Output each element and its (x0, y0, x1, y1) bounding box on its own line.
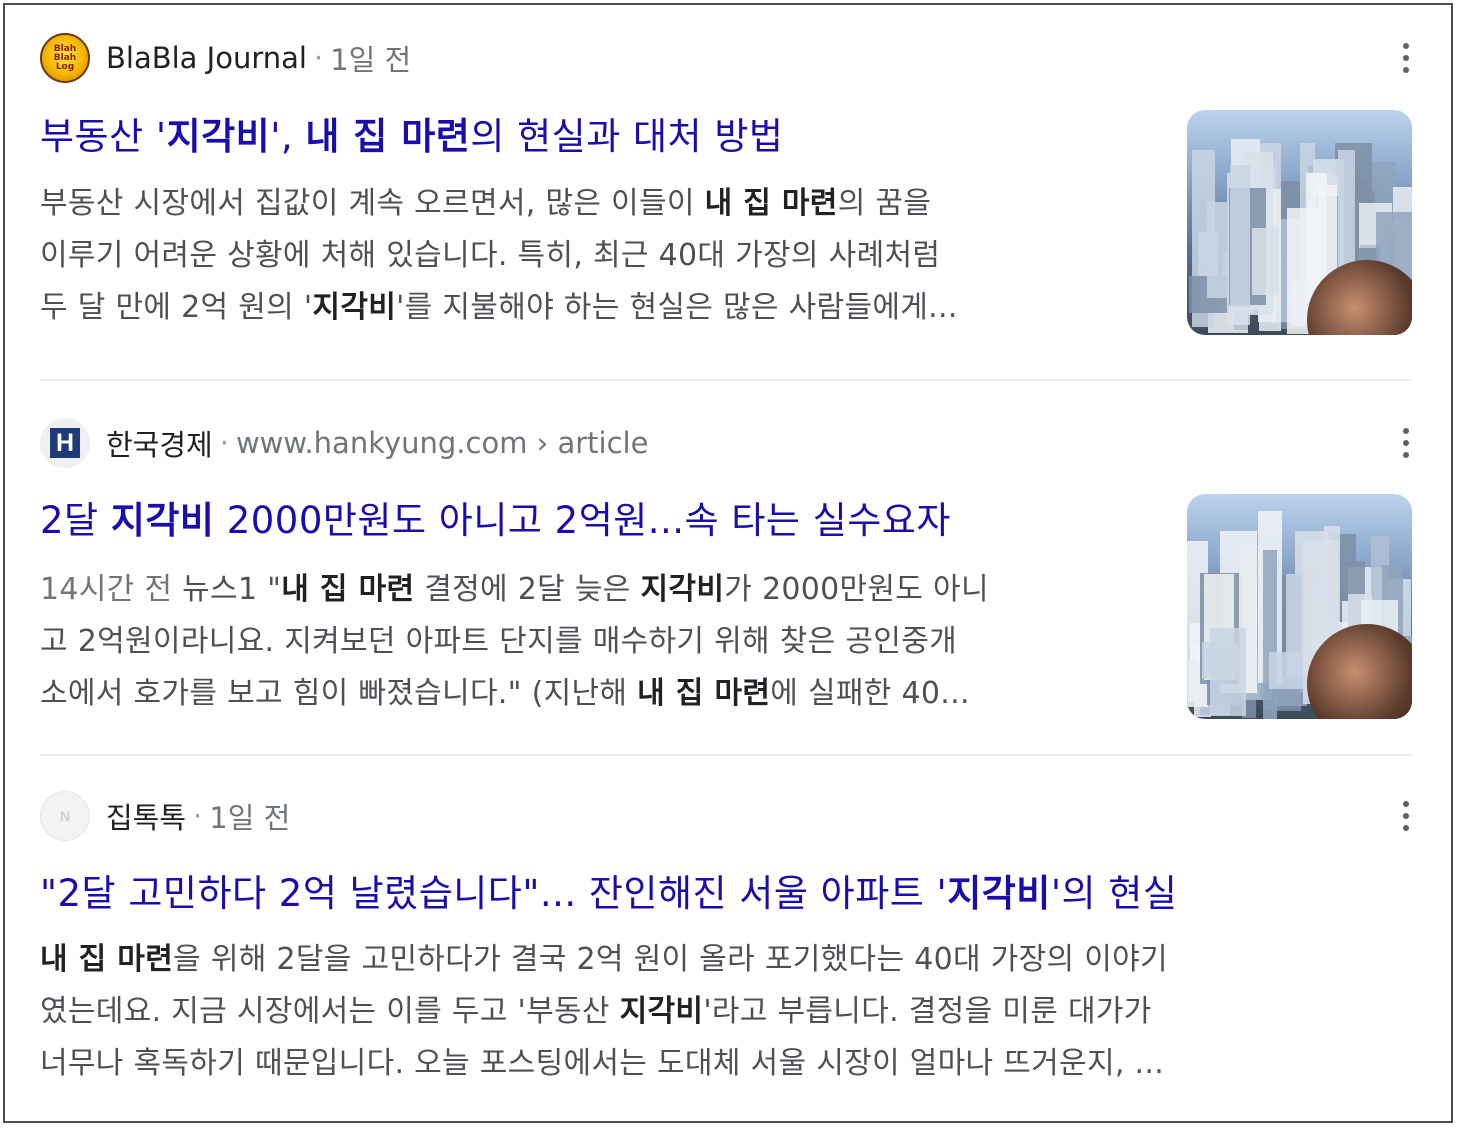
text-segment: '를 지불해야 하는 현실은 많은 사람들에게... (396, 290, 958, 325)
snippet-line: 14시간 전 뉴스1 "내 집 마련 결정에 2달 늦은 지각비가 2000만원… (40, 564, 1160, 616)
result-source[interactable]: Blah Blah Log BlaBla Journal · 1일 전 (40, 33, 411, 83)
text-segment: 의 꿈을 (837, 186, 932, 221)
text-segment: 이루기 어려운 상황에 처해 있습니다. 특히, 최근 40대 가장의 사례처럼 (40, 238, 941, 273)
text-segment: 결정에 2달 늦은 (414, 572, 641, 607)
snippet-line: 소에서 호가를 보고 힘이 빠졌습니다." (지난해 내 집 마련에 실패한 4… (40, 668, 1160, 720)
thumbnail-building (1269, 652, 1304, 689)
result-date: 1일 전 (330, 43, 412, 77)
highlighted-term: 내 집 마련 (305, 115, 471, 158)
highlighted-term: 지각비 (947, 872, 1051, 915)
thumbnail-building (1229, 164, 1250, 308)
text-segment: 너무나 혹독하기 때문입니다. 오늘 포스팅에서는 도대체 서울 시장이 얼마나… (40, 1046, 1165, 1081)
result-thumbnail[interactable] (1187, 110, 1412, 335)
highlighted-term: 지각비 (110, 499, 215, 542)
more-vert-icon[interactable] (1400, 38, 1412, 78)
highlighted-term: 내 집 마련 (704, 186, 838, 221)
separator-dot: · (193, 799, 203, 833)
result-snippet: 내 집 마련을 위해 2달을 고민하다가 결국 2억 원이 올라 포기했다는 4… (40, 934, 1412, 1090)
thumbnail-building (1209, 628, 1247, 716)
thumbnail-building (1263, 549, 1278, 719)
snippet-line: 고 2억원이라니요. 지켜보던 아파트 단지를 매수하기 위해 찾은 공인중개 (40, 616, 1160, 668)
divider (40, 379, 1412, 381)
separator-dot: · (219, 426, 229, 460)
more-vert-icon[interactable] (1400, 796, 1412, 836)
result-title-link[interactable]: "2달 고민하다 2억 날렸습니다"... 잔인해진 서울 아파트 '지각비'의… (40, 869, 1177, 919)
highlighted-term: 지각비 (619, 994, 704, 1029)
highlighted-term: 지각비 (312, 290, 397, 325)
result-snippet: 부동산 시장에서 집값이 계속 오르면서, 많은 이들이 내 집 마련의 꿈을이… (40, 178, 1150, 334)
text-segment: 고 2억원이라니요. 지켜보던 아파트 단지를 매수하기 위해 찾은 공인중개 (40, 624, 958, 659)
result-snippet: 14시간 전 뉴스1 "내 집 마련 결정에 2달 늦은 지각비가 2000만원… (40, 564, 1160, 720)
blablajournal-logo-icon: Blah Blah Log (40, 33, 90, 83)
result-title-link[interactable]: 2달 지각비 2000만원도 아니고 2억원...속 타는 실수요자 (40, 496, 951, 546)
text-segment: 에 실패한 40... (770, 676, 970, 711)
text-segment: 부동산 ' (40, 115, 167, 158)
text-segment: 뉴스1 " (172, 572, 282, 607)
text-segment: 2000만원도 아니고 2억원...속 타는 실수요자 (214, 499, 951, 542)
snippet-line: 내 집 마련을 위해 2달을 고민하다가 결국 2억 원이 올라 포기했다는 4… (40, 934, 1412, 986)
text-segment: 소에서 호가를 보고 힘이 빠졌습니다." (지난해 (40, 676, 638, 711)
result-source[interactable]: H 한국경제 · www.hankyung.com › article (40, 418, 648, 468)
more-vert-icon[interactable] (1400, 423, 1412, 463)
site-name: BlaBla Journal (106, 41, 307, 75)
text-segment: 두 달 만에 2억 원의 ' (40, 290, 313, 325)
text-segment: 2달 (40, 499, 111, 542)
highlighted-term: 내 집 마련 (40, 942, 174, 977)
result-title-link[interactable]: 부동산 '지각비', 내 집 마련의 현실과 대처 방법 (40, 112, 783, 162)
text-segment: 의 현실과 대처 방법 (470, 115, 784, 158)
thumbnail-building (1251, 228, 1280, 296)
highlighted-term: 지각비 (640, 572, 725, 607)
text-segment: '의 현실 (1050, 872, 1178, 915)
text-segment: "2달 고민하다 2억 날렸습니다"... 잔인해진 서울 아파트 ' (40, 872, 948, 915)
thumbnail-building (1206, 201, 1231, 299)
divider (40, 754, 1412, 756)
highlighted-term: 지각비 (166, 115, 271, 158)
text-segment: 가 2000만원도 아니 (724, 572, 989, 607)
result-source[interactable]: N 집톡톡 · 1일 전 (40, 791, 290, 841)
site-name: 한국경제 (106, 428, 213, 462)
text-segment: 부동산 시장에서 집값이 계속 오르면서, 많은 이들이 (40, 186, 705, 221)
site-name: 집톡톡 (106, 801, 187, 835)
result-url: www.hankyung.com › article (235, 426, 649, 460)
snippet-line: 두 달 만에 2억 원의 '지각비'를 지불해야 하는 현실은 많은 사람들에게… (40, 282, 1150, 334)
text-segment: 을 위해 2달을 고민하다가 결국 2억 원이 올라 포기했다는 40대 가장의… (173, 942, 1168, 977)
snippet-line: 이루기 어려운 상황에 처해 있습니다. 특히, 최근 40대 가장의 사례처럼 (40, 230, 1150, 282)
snippet-line: 였는데요. 지금 시장에서는 이를 두고 '부동산 지각비'라고 부릅니다. 결… (40, 986, 1412, 1038)
snippet-line: 부동산 시장에서 집값이 계속 오르면서, 많은 이들이 내 집 마련의 꿈을 (40, 178, 1150, 230)
hankyung-logo-icon: H (40, 418, 90, 468)
text-segment: ', (270, 115, 306, 158)
result-thumbnail[interactable] (1187, 494, 1412, 719)
separator-dot: · (313, 41, 324, 75)
highlighted-term: 내 집 마련 (637, 676, 771, 711)
result-date: 1일 전 (209, 801, 291, 835)
text-segment: '라고 부릅니다. 결정을 미룬 대가가 (703, 994, 1152, 1029)
snippet-line: 너무나 혹독하기 때문입니다. 오늘 포스팅에서는 도대체 서울 시장이 얼마나… (40, 1038, 1412, 1090)
ziptoktok-logo-icon: N (40, 791, 90, 841)
result-date: 14시간 전 (40, 572, 173, 607)
text-segment: 였는데요. 지금 시장에서는 이를 두고 '부동산 (40, 994, 620, 1029)
highlighted-term: 내 집 마련 (281, 572, 415, 607)
